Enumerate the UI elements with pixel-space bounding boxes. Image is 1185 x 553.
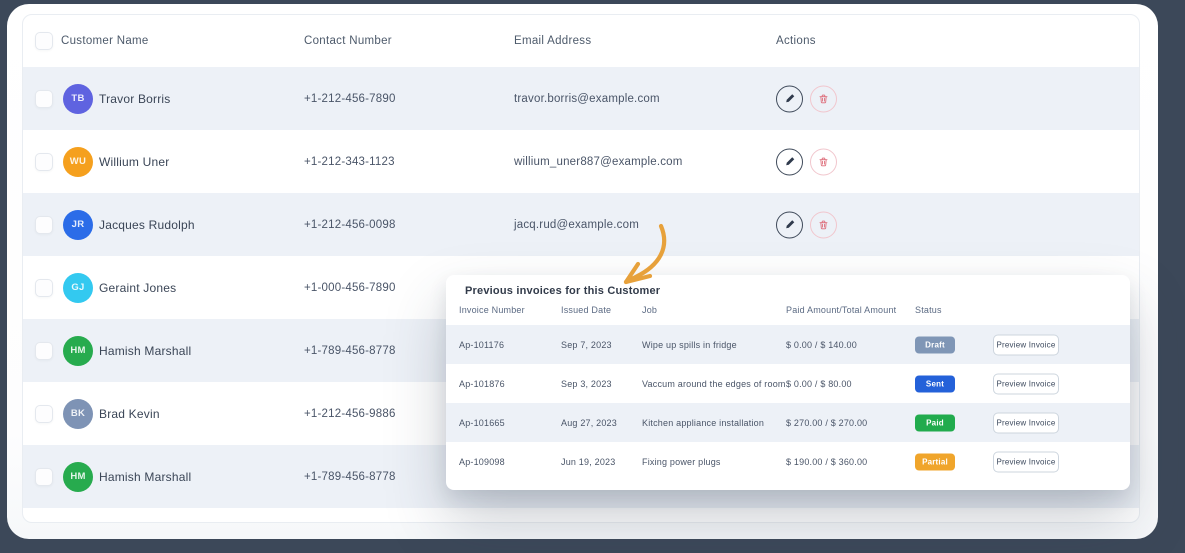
paid-total-amount: $ 0.00 / $ 140.00 [786,340,857,350]
contact-number: +1-212-343-1123 [304,156,395,168]
contact-number: +1-789-456-8778 [304,345,396,357]
customer-name: Geraint Jones [99,281,176,295]
contact-number: +1-789-456-8778 [304,471,396,483]
edit-button[interactable] [776,85,803,112]
customer-row: JR Jacques Rudolph +1-212-456-0098 jacq.… [23,193,1139,256]
customer-name: Brad Kevin [99,407,160,421]
invoice-number: Ap-109098 [459,457,505,467]
avatar: HM [63,336,93,366]
column-header-email-address: Email Address [514,35,591,47]
customer-row: TB Travor Borris +1-212-456-7890 travor.… [23,67,1139,130]
avatar: JR [63,210,93,240]
pencil-icon [784,219,796,231]
row-checkbox[interactable] [35,279,53,297]
customer-row: WU Willium Uner +1-212-343-1123 willium_… [23,130,1139,193]
edit-button[interactable] [776,211,803,238]
email-address: willium_uner887@example.com [514,156,683,168]
customers-table-header: Customer Name Contact Number Email Addre… [23,15,1139,67]
row-checkbox[interactable] [35,216,53,234]
avatar-initials: HM [70,471,85,482]
avatar: BK [63,399,93,429]
avatar: WU [63,147,93,177]
avatar-initials: HM [70,345,85,356]
invoice-row: Ap-101876 Sep 3, 2023 Vaccum around the … [446,364,1130,403]
avatar-initials: GJ [71,282,84,293]
job-description: Wipe up spills in fridge [642,340,737,350]
customer-name: Travor Borris [99,92,171,106]
job-description: Fixing power plugs [642,457,721,467]
customer-name: Hamish Marshall [99,344,191,358]
row-checkbox[interactable] [35,405,53,423]
status-badge: Sent [915,375,955,392]
column-header-contact-number: Contact Number [304,35,392,47]
invoice-number: Ap-101176 [459,340,504,350]
status-badge: Paid [915,414,955,431]
trash-icon [818,219,829,230]
customer-name: Jacques Rudolph [99,218,195,232]
avatar: HM [63,462,93,492]
invoice-row: Ap-101665 Aug 27, 2023 Kitchen appliance… [446,403,1130,442]
customer-name: Hamish Marshall [99,470,191,484]
job-description: Kitchen appliance installation [642,418,764,428]
select-all-checkbox[interactable] [35,32,53,50]
avatar-initials: JR [72,219,85,230]
avatar-initials: TB [71,93,84,104]
previous-invoices-panel: Previous invoices for this Customer Invo… [446,275,1130,490]
preview-invoice-button[interactable]: Preview Invoice [993,373,1059,394]
column-header-job: Job [642,305,657,315]
trash-icon [818,156,829,167]
issued-date: Sep 7, 2023 [561,340,612,350]
row-checkbox[interactable] [35,342,53,360]
column-header-actions: Actions [776,35,816,47]
preview-invoice-button[interactable]: Preview Invoice [993,451,1059,472]
row-checkbox[interactable] [35,153,53,171]
paid-total-amount: $ 270.00 / $ 270.00 [786,418,867,428]
column-header-status: Status [915,305,942,315]
avatar-initials: BK [71,408,85,419]
column-header-invoice-number: Invoice Number [459,305,525,315]
invoice-number: Ap-101876 [459,379,505,389]
column-header-customer-name: Customer Name [61,35,149,47]
contact-number: +1-212-456-0098 [304,219,396,231]
job-description: Vaccum around the edges of room [642,379,786,389]
contact-number: +1-212-456-7890 [304,93,396,105]
status-badge: Draft [915,336,955,353]
row-actions [776,211,837,238]
row-actions [776,85,837,112]
delete-button[interactable] [810,211,837,238]
invoices-table-header: Invoice Number Issued Date Job Paid Amou… [446,305,1130,325]
delete-button[interactable] [810,85,837,112]
customer-name: Willium Uner [99,155,169,169]
preview-invoice-button[interactable]: Preview Invoice [993,412,1059,433]
delete-button[interactable] [810,148,837,175]
invoice-row: Ap-109098 Jun 19, 2023 Fixing power plug… [446,442,1130,481]
avatar-initials: WU [70,156,86,167]
issued-date: Sep 3, 2023 [561,379,612,389]
email-address: travor.borris@example.com [514,93,660,105]
preview-invoice-button[interactable]: Preview Invoice [993,334,1059,355]
hand-drawn-arrow-icon [605,221,675,289]
invoice-number: Ap-101665 [459,418,505,428]
pencil-icon [784,156,796,168]
column-header-issued-date: Issued Date [561,305,611,315]
edit-button[interactable] [776,148,803,175]
row-checkbox[interactable] [35,468,53,486]
avatar: TB [63,84,93,114]
contact-number: +1-212-456-9886 [304,408,396,420]
invoice-row: Ap-101176 Sep 7, 2023 Wipe up spills in … [446,325,1130,364]
row-actions [776,148,837,175]
row-checkbox[interactable] [35,90,53,108]
trash-icon [818,93,829,104]
avatar: GJ [63,273,93,303]
paid-total-amount: $ 190.00 / $ 360.00 [786,457,867,467]
issued-date: Aug 27, 2023 [561,418,617,428]
paid-total-amount: $ 0.00 / $ 80.00 [786,379,852,389]
issued-date: Jun 19, 2023 [561,457,615,467]
contact-number: +1-000-456-7890 [304,282,396,294]
status-badge: Partial [915,453,955,470]
column-header-paid-total: Paid Amount/Total Amount [786,305,896,315]
invoices-table-body: Ap-101176 Sep 7, 2023 Wipe up spills in … [446,325,1130,481]
pencil-icon [784,93,796,105]
